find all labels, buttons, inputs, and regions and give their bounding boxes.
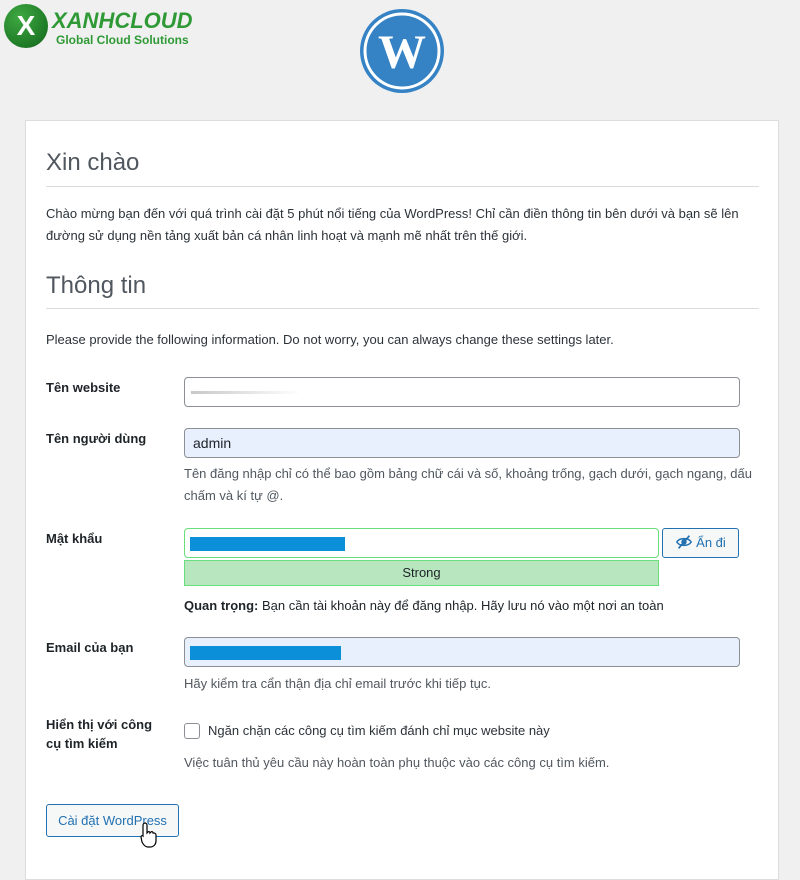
xanhcloud-icon: X	[4, 4, 48, 48]
visibility-label-line2: cụ tìm kiếm	[46, 736, 118, 751]
eye-slash-icon	[676, 535, 693, 549]
info-text: Please provide the following information…	[46, 332, 614, 347]
xanhcloud-logo: X XANHCLOUD Global Cloud Solutions	[4, 3, 224, 49]
password-important: Quan trọng: Bạn cần tài khoản này để đăn…	[184, 595, 664, 617]
important-label: Quan trọng:	[184, 598, 259, 613]
discourage-search-label[interactable]: Ngăn chặn các công cụ tìm kiếm đánh chỉ …	[208, 720, 550, 742]
email-label: Email của bạn	[46, 640, 134, 655]
email-input[interactable]	[184, 637, 740, 667]
hide-password-button[interactable]: Ẩn đi	[662, 528, 739, 558]
password-strength: Strong	[184, 560, 659, 586]
welcome-heading: Xin chào	[46, 149, 140, 176]
site-title-input[interactable]	[184, 377, 740, 407]
visibility-label: Hiển thị với công cụ tìm kiếm	[46, 715, 152, 753]
info-heading: Thông tin	[46, 272, 147, 299]
brand-name: XANHCLOUD	[52, 8, 193, 33]
hide-password-label: Ẩn đi	[696, 535, 726, 550]
discourage-search-checkbox[interactable]	[184, 723, 200, 739]
username-label: Tên người dùng	[46, 431, 147, 446]
install-wordpress-button[interactable]: Cài đặt WordPress	[46, 804, 179, 837]
redacted-email	[190, 646, 341, 660]
divider	[46, 186, 759, 187]
visibility-label-line1: Hiển thị với công	[46, 717, 153, 732]
password-input[interactable]	[184, 528, 659, 558]
wordpress-icon[interactable]: W	[359, 8, 445, 94]
email-help: Hãy kiểm tra cẩn thận địa chỉ email trướ…	[184, 676, 491, 691]
redacted-value	[191, 391, 301, 394]
hand-cursor-icon	[140, 822, 157, 848]
site-title-label: Tên website	[46, 380, 121, 395]
install-form-card: Xin chào Chào mừng bạn đến với quá trình…	[25, 120, 779, 880]
visibility-help: Việc tuân thủ yêu cầu này hoàn toàn phụ …	[184, 755, 610, 770]
username-input[interactable]: admin	[184, 428, 740, 458]
password-label: Mật khẩu	[46, 531, 103, 546]
username-value: admin	[193, 435, 232, 451]
svg-text:W: W	[378, 26, 426, 79]
welcome-text: Chào mừng bạn đến với quá trình cài đặt …	[46, 206, 739, 243]
divider	[46, 308, 759, 309]
important-text: Bạn cần tài khoản này để đăng nhập. Hãy …	[258, 598, 664, 613]
username-help: Tên đăng nhập chỉ có thể bao gồm bảng ch…	[184, 466, 752, 503]
brand-tagline: Global Cloud Solutions	[56, 33, 189, 47]
redacted-password	[190, 537, 345, 551]
